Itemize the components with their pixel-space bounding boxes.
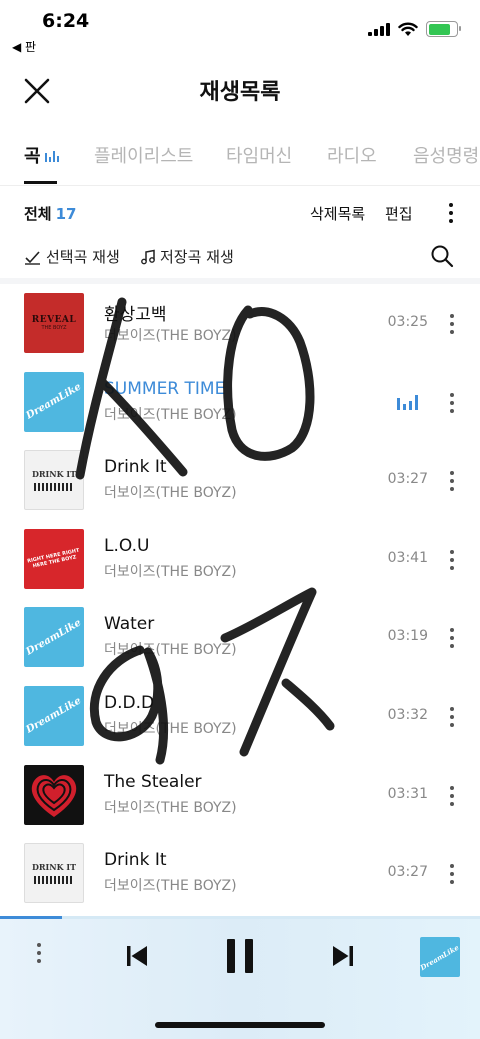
tab-songs-label: 곡 [24,146,41,167]
song-row[interactable]: The Stealer 더보이즈(THE BOYZ) 03:31 [0,762,480,841]
album-cover-subtext: THE BOYZ [41,325,67,331]
search-icon[interactable] [430,244,454,268]
total-count: 17 [55,205,77,223]
song-duration: 03:32 [387,706,428,723]
song-duration: 03:27 [387,471,428,488]
song-artist: 더보이즈(THE BOYZ) [104,406,237,423]
song-artist: 더보이즈(THE BOYZ) [104,878,237,895]
song-more-icon[interactable] [444,548,460,572]
heart-cover-art [31,774,77,817]
tab-playlist[interactable]: 플레이리스트 [94,142,193,168]
player-more-icon[interactable] [31,941,47,965]
song-duration: 03:31 [387,785,428,802]
song-row[interactable]: DRINK IT Drink It 더보이즈(THE BOYZ) 03:27 [0,447,480,526]
list-toolbar: 전체 17 삭제목록 편집 [0,196,480,236]
equalizer-icon [44,150,59,162]
check-icon [25,250,40,265]
song-artist: 더보이즈(THE BOYZ) [104,563,237,580]
play-selected-label: 선택곡 재생 [46,248,120,266]
song-row[interactable]: DRINK IT Drink It 더보이즈(THE BOYZ) 03:27 [0,840,480,919]
song-list: REVEAL THE BOYZ 환상고백 더보이즈(THE BOYZ) 03:25… [0,290,480,919]
album-cover: RIGHT HERE RIGHT HERE THE BOYZ [24,528,84,589]
now-playing-equalizer-icon [397,394,418,410]
now-playing-cover[interactable]: DreamLike [420,937,460,977]
tab-radio[interactable]: 라디오 [327,142,377,168]
pause-icon[interactable] [224,937,256,975]
album-cover-text: DreamLike [24,695,84,737]
song-title: Water [104,614,155,635]
song-title: Drink It [104,850,167,871]
wifi-icon [398,22,418,36]
play-selected-button[interactable]: 선택곡 재생 [24,246,120,267]
header: 재생목록 [0,60,480,120]
album-cover-text: DreamLike [24,381,84,422]
song-artist: 더보이즈(THE BOYZ) [104,642,237,659]
album-cover: REVEAL THE BOYZ [24,293,84,353]
play-options-bar: 선택곡 재생 저장곡 재생 [0,240,480,284]
delete-list-button[interactable]: 삭제목록 [310,203,365,224]
edit-button[interactable]: 편집 [385,203,413,224]
song-more-icon[interactable] [444,626,460,650]
song-title: D.D.D [104,692,155,713]
song-artist: 더보이즈(THE BOYZ) [104,328,237,344]
tab-voice-command[interactable]: 음성명령 [413,142,479,168]
song-artist: 더보이즈(THE BOYZ) [104,799,237,816]
now-playing-cover-text: DreamLike [420,942,460,972]
album-cover-text: DRINK IT [31,469,77,480]
tab-songs[interactable]: 곡 [24,142,59,168]
song-duration: 03:25 [387,314,428,330]
active-tab-indicator [24,181,57,184]
song-more-icon[interactable] [444,391,460,415]
song-title: Drink It [104,457,167,478]
song-row[interactable]: DreamLike Water 더보이즈(THE BOYZ) 03:19 [0,604,480,683]
status-icons [368,21,461,37]
song-row[interactable]: REVEAL THE BOYZ 환상고백 더보이즈(THE BOYZ) 03:25 [0,290,480,369]
total-count-label: 전체 17 [24,203,76,224]
song-title: The Stealer [104,771,202,792]
album-cover: DreamLike [24,685,84,746]
home-indicator[interactable] [155,1022,325,1028]
battery-icon [426,21,461,37]
mini-player: DreamLike [0,919,480,1039]
album-cover: DreamLike [24,607,84,668]
tab-bar: 곡 플레이리스트 타임머신 라디오 음성명령 [0,136,480,186]
album-cover: DRINK IT [24,450,84,511]
song-artist: 더보이즈(THE BOYZ) [104,720,237,737]
song-more-icon[interactable] [444,705,460,729]
status-time: 6:24 [42,10,90,32]
tab-time-machine[interactable]: 타임머신 [226,142,292,168]
album-cover-text: REVEAL [31,315,77,325]
music-note-icon [141,249,155,264]
song-more-icon[interactable] [444,784,460,808]
album-cover: DreamLike [24,371,84,432]
album-cover: DRINK IT [24,843,84,904]
page-title: 재생목록 [199,80,281,105]
album-cover-text: DRINK IT [31,862,77,873]
next-track-icon[interactable] [330,943,356,969]
album-cover-text: DreamLike [24,617,84,658]
song-title: SUMMER TIME [104,378,226,399]
album-cover [24,764,84,825]
play-saved-label: 저장곡 재생 [160,248,234,266]
song-more-icon[interactable] [444,469,460,493]
song-row-playing[interactable]: DreamLike SUMMER TIME 더보이즈(THE BOYZ) [0,369,480,448]
song-artist: 더보이즈(THE BOYZ) [104,485,237,502]
back-to-app-link[interactable]: ◀ 판 [12,38,36,55]
song-title: 환상고백 [104,305,167,325]
total-label: 전체 [24,205,52,223]
previous-track-icon[interactable] [124,943,150,969]
signal-icon [368,22,390,36]
song-duration: 03:27 [387,864,428,881]
song-title: L.O.U [104,535,150,556]
status-bar: 6:24 ◀ 판 [0,0,480,56]
song-duration: 03:41 [387,549,428,566]
play-saved-button[interactable]: 저장곡 재생 [140,246,234,267]
song-more-icon[interactable] [444,862,460,886]
album-cover-text: RIGHT HERE RIGHT HERE THE BOYZ [26,547,80,570]
song-duration: 03:19 [387,628,428,645]
song-row[interactable]: RIGHT HERE RIGHT HERE THE BOYZ L.O.U 더보이… [0,526,480,605]
song-more-icon[interactable] [444,312,460,336]
more-options-icon[interactable] [443,201,459,225]
song-row[interactable]: DreamLike D.D.D 더보이즈(THE BOYZ) 03:32 [0,683,480,762]
